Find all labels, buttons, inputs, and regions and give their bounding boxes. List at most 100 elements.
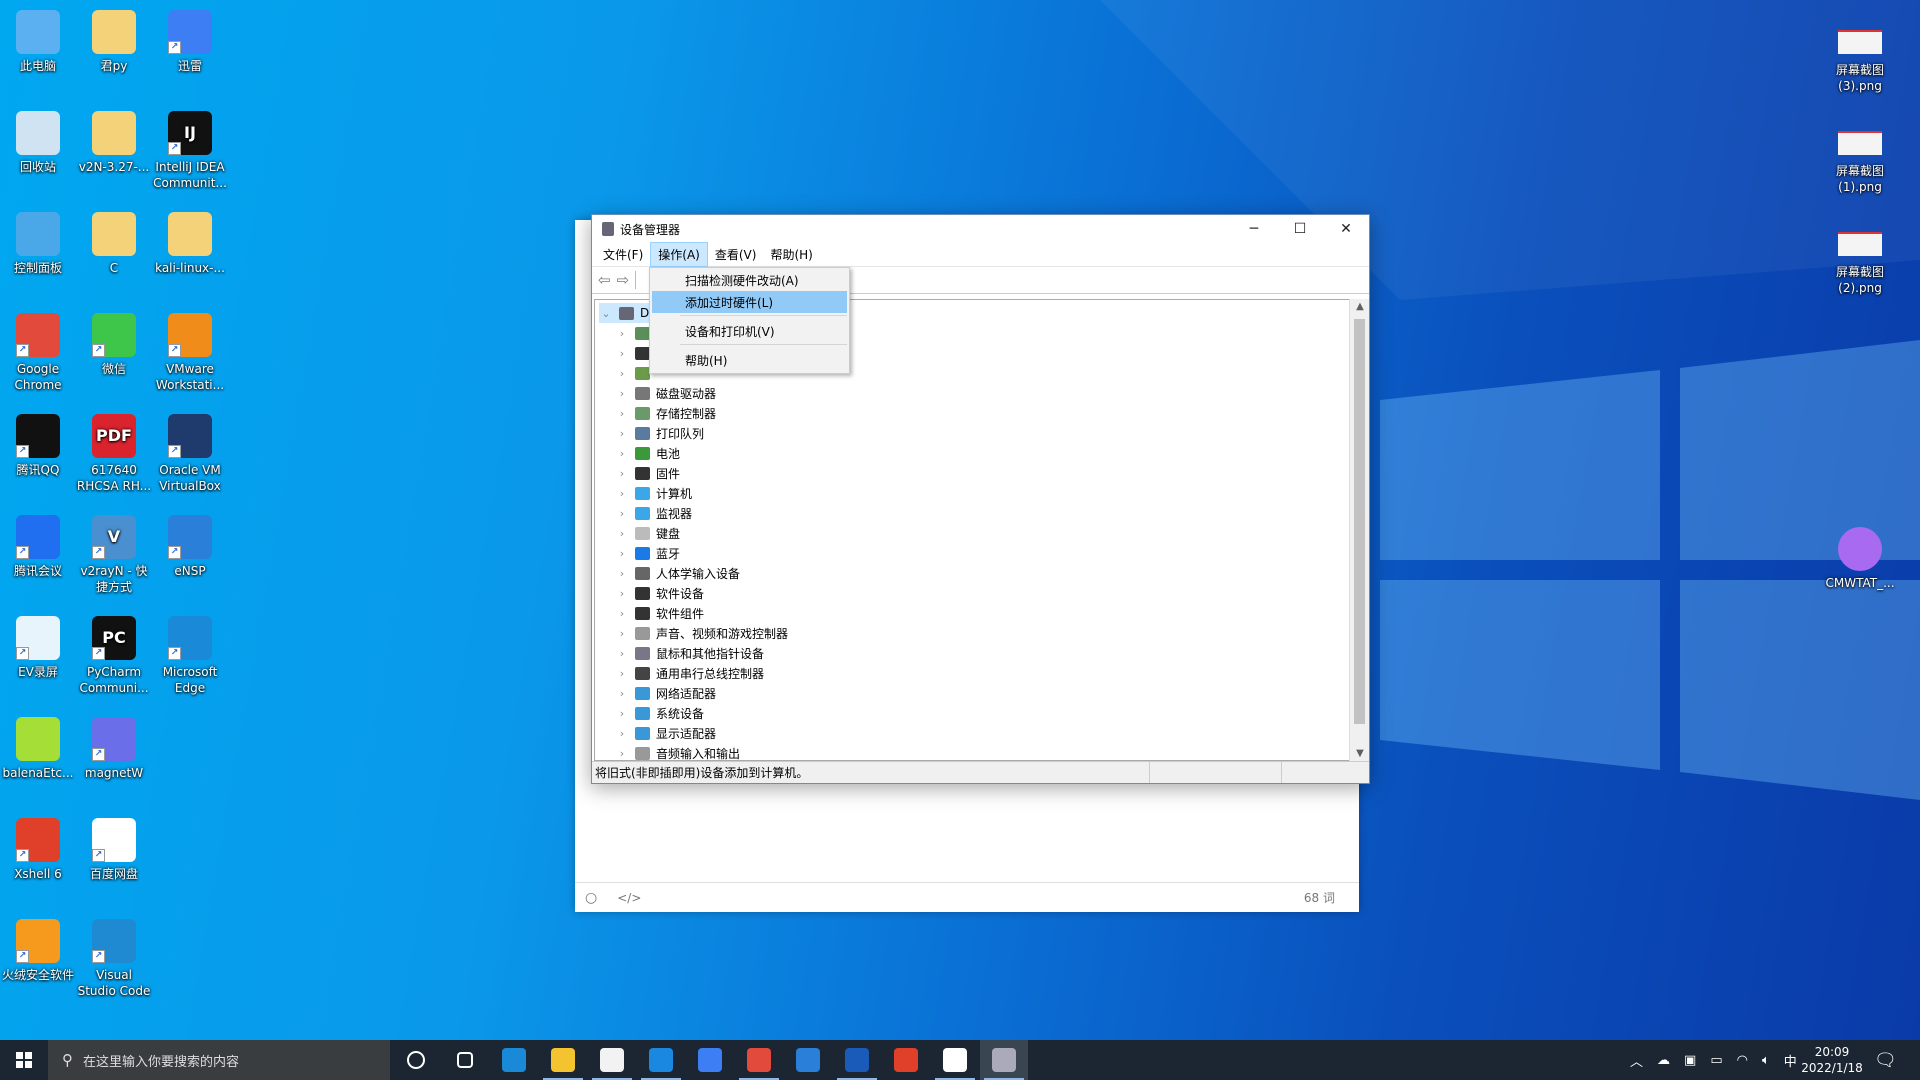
start-button[interactable] [0,1040,48,1080]
taskbar-app[interactable] [539,1040,587,1080]
scroll-up-icon[interactable]: ▲ [1350,301,1370,312]
chevron-right-icon[interactable]: › [615,387,629,400]
taskbar-app[interactable] [784,1040,832,1080]
maximize-button[interactable]: ☐ [1277,215,1323,243]
taskbar-app[interactable] [931,1040,979,1080]
desktop-icon[interactable]: ↗ 百度网盘 [76,818,152,882]
desktop-icon[interactable]: C [76,212,152,276]
desktop-icon[interactable]: 屏幕截图 (2).png [1822,224,1898,296]
desktop-icon[interactable]: PC ↗ PyCharm Communi... [76,616,152,696]
desktop-icon[interactable]: IJ ↗ IntelliJ IDEA Communit... [152,111,228,191]
desktop-icon[interactable]: ↗ 腾讯QQ [0,414,76,478]
forward-icon[interactable]: ⇨ [617,271,630,289]
chevron-right-icon[interactable]: › [615,487,629,500]
desktop-icon[interactable]: balenaEtc... [0,717,76,781]
chevron-right-icon[interactable]: › [615,567,629,580]
tree-item[interactable]: › 计算机 [615,483,692,503]
taskbar-app[interactable] [392,1040,440,1080]
desktop-icon[interactable]: ↗ VMware Workstati... [152,313,228,393]
tree-item[interactable]: › 软件组件 [615,603,704,623]
taskbar-app[interactable] [833,1040,881,1080]
onedrive-icon[interactable]: ☁ [1657,1053,1670,1068]
chevron-right-icon[interactable]: › [615,627,629,640]
desktop-icon[interactable]: 君py [76,10,152,74]
taskbar-app[interactable] [637,1040,685,1080]
tree-item[interactable]: › 键盘 [615,523,680,543]
taskbar-app[interactable] [686,1040,734,1080]
chevron-right-icon[interactable]: › [615,647,629,660]
circle-icon[interactable]: ○ [585,890,597,906]
chevron-right-icon[interactable]: › [615,687,629,700]
desktop-icon[interactable]: v2N-3.27-... [76,111,152,175]
desktop-icon[interactable]: ↗ 迅雷 [152,10,228,74]
show-hidden-icons-icon[interactable]: ︿ [1630,1051,1643,1070]
tree-item[interactable]: › 固件 [615,463,680,483]
taskbar-app[interactable] [980,1040,1028,1080]
desktop-icon[interactable]: ↗ Microsoft Edge [152,616,228,696]
tree-item[interactable]: › 软件设备 [615,583,704,603]
desktop-icon[interactable]: ↗ Xshell 6 [0,818,76,882]
tree-item[interactable]: › 音频输入和输出 [615,743,740,760]
tree-item[interactable]: › 声音、视频和游戏控制器 [615,623,788,643]
tree-item[interactable]: › 蓝牙 [615,543,680,563]
menu-1[interactable]: 操作(A) [650,242,708,267]
desktop-icon[interactable]: ↗ Visual Studio Code [76,919,152,999]
desktop-icon[interactable]: 此电脑 [0,10,76,74]
chevron-right-icon[interactable]: › [615,447,629,460]
desktop-icon[interactable]: ↗ EV录屏 [0,616,76,680]
notification-icon[interactable]: 🗨︎ [1874,1040,1897,1080]
vertical-scrollbar[interactable]: ▲ ▼ [1349,299,1369,761]
chevron-right-icon[interactable]: › [615,507,629,520]
code-icon[interactable]: </> [617,891,641,905]
tree-item[interactable]: › 显示适配器 [615,723,716,743]
chevron-right-icon[interactable]: › [615,707,629,720]
desktop-icon[interactable]: 回收站 [0,111,76,175]
tree-item[interactable]: › 存储控制器 [615,403,716,423]
desktop-icon[interactable]: ↗ Oracle VM VirtualBox [152,414,228,494]
menu-item[interactable]: 帮助(H) [652,349,847,371]
chevron-down-icon[interactable]: ⌄ [599,307,613,320]
chevron-right-icon[interactable]: › [615,327,629,340]
scrollbar-thumb[interactable] [1354,319,1365,724]
desktop-icon[interactable]: ↗ magnetW [76,717,152,781]
chevron-right-icon[interactable]: › [615,667,629,680]
desktop-icon[interactable]: ↗ 火绒安全软件 [0,919,76,983]
chevron-right-icon[interactable]: › [615,407,629,420]
tree-item[interactable]: › 鼠标和其他指针设备 [615,643,764,663]
desktop-icon[interactable]: 控制面板 [0,212,76,276]
battery-icon[interactable]: ▭ [1710,1053,1722,1068]
menu-item[interactable]: 设备和打印机(V) [652,320,847,342]
security-icon[interactable]: ▣ [1684,1053,1696,1068]
menu-item[interactable]: 扫描检测硬件改动(A) [652,269,847,291]
chevron-right-icon[interactable]: › [615,587,629,600]
desktop-icon[interactable]: CMWTAT_... [1822,527,1898,591]
tree-item[interactable]: › 监视器 [615,503,692,523]
desktop-icon[interactable]: kali-linux-... [152,212,228,276]
desktop-icon[interactable]: ↗ 腾讯会议 [0,515,76,579]
tree-item[interactable]: › 磁盘驱动器 [615,383,716,403]
chevron-right-icon[interactable]: › [615,527,629,540]
taskbar-app[interactable] [588,1040,636,1080]
minimize-button[interactable]: ─ [1231,215,1277,243]
taskbar-app[interactable] [441,1040,489,1080]
tree-item[interactable]: › 系统设备 [615,703,704,723]
clock[interactable]: 20:09 2022/1/18 [1800,1040,1864,1080]
desktop-icon[interactable]: PDF 617640 RHCSA RH... [76,414,152,494]
desktop-icon[interactable]: ↗ Google Chrome [0,313,76,393]
chevron-right-icon[interactable]: › [615,547,629,560]
close-button[interactable]: ✕ [1323,215,1369,243]
tree-item[interactable]: › 人体学输入设备 [615,563,740,583]
volume-icon[interactable]: 🔈︎ [1762,1053,1770,1068]
tree-item[interactable]: › 通用串行总线控制器 [615,663,764,683]
chevron-right-icon[interactable]: › [615,347,629,360]
taskbar-app[interactable] [490,1040,538,1080]
chevron-right-icon[interactable]: › [615,427,629,440]
tree-item[interactable]: › 网络适配器 [615,683,716,703]
back-icon[interactable]: ⇦ [598,271,611,289]
chevron-right-icon[interactable]: › [615,467,629,480]
chevron-right-icon[interactable]: › [615,727,629,740]
search-box[interactable]: ⚲ 在这里输入你要搜索的内容 [48,1040,390,1080]
desktop-icon[interactable]: 屏幕截图 (3).png [1822,22,1898,94]
menu-0[interactable]: 文件(F) [596,243,650,266]
chevron-right-icon[interactable]: › [615,367,629,380]
